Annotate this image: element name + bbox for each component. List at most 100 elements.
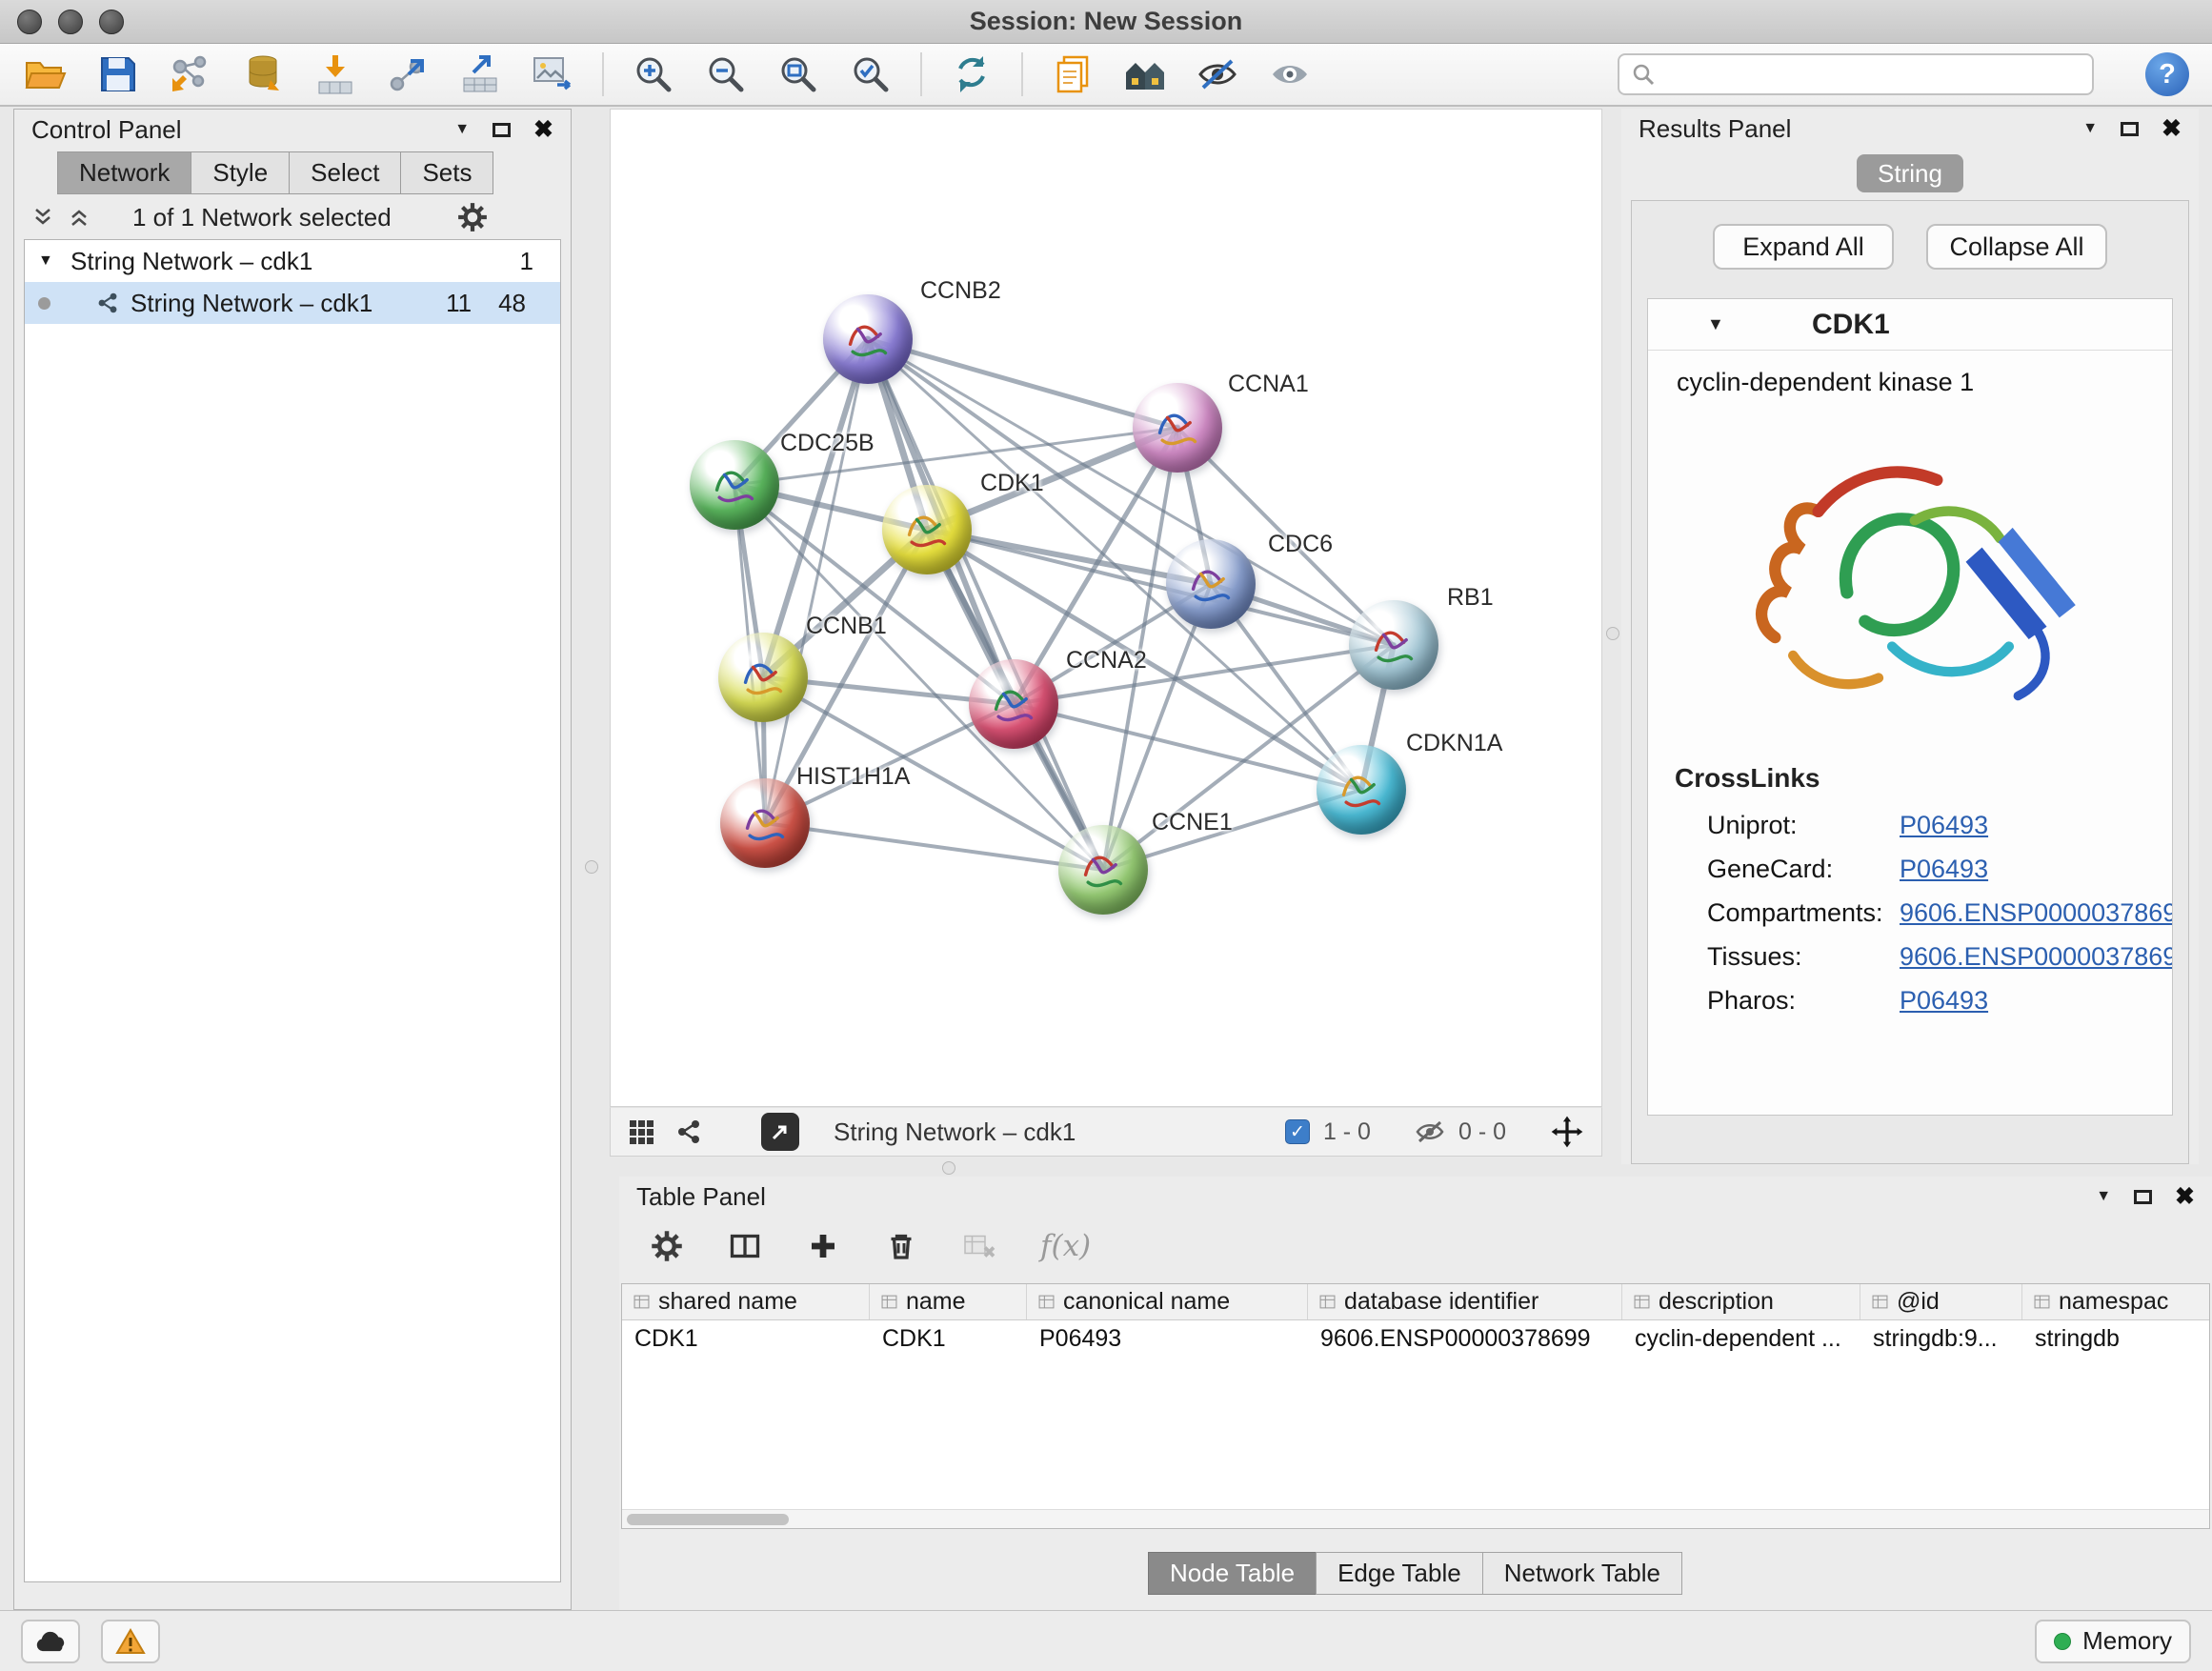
network-node-ccna2[interactable] xyxy=(969,659,1058,749)
crosslink-value[interactable]: P06493 xyxy=(1900,811,1988,840)
zoom-fit-button[interactable] xyxy=(775,51,821,97)
column-header--id[interactable]: @id xyxy=(1860,1284,2022,1319)
tree-expand-icon[interactable]: ▼ xyxy=(38,252,59,270)
show-details-button[interactable] xyxy=(1267,51,1313,97)
refresh-view-button[interactable] xyxy=(949,51,995,97)
panel-menu-icon[interactable]: ▼ xyxy=(2096,1188,2111,1205)
network-edge[interactable] xyxy=(765,823,1103,870)
table-horizontal-scrollbar[interactable] xyxy=(622,1509,2209,1528)
zoom-out-button[interactable] xyxy=(703,51,749,97)
structure-thumbnail xyxy=(735,650,791,705)
detach-view-button[interactable] xyxy=(761,1113,799,1151)
clone-network-button[interactable] xyxy=(1050,51,1096,97)
network-node-rb1[interactable] xyxy=(1349,600,1438,690)
left-splitter-handle[interactable] xyxy=(585,860,598,874)
network-node-ccnb2[interactable] xyxy=(823,294,913,384)
network-canvas[interactable]: CCNB2CCNA1CDC25BCDK1CDC6RB1CCNB1CCNA2CDK… xyxy=(610,109,1602,1107)
search-input[interactable] xyxy=(1665,61,2081,89)
string-tab-badge[interactable]: String xyxy=(1857,154,1963,192)
birdseye-view-button[interactable] xyxy=(1122,51,1168,97)
zoom-selected-icon xyxy=(850,53,892,95)
expand-all-icon[interactable] xyxy=(31,206,54,229)
open-session-button[interactable] xyxy=(23,51,69,97)
column-header-namespac[interactable]: namespac xyxy=(2022,1284,2210,1319)
function-builder-icon[interactable]: f(x) xyxy=(1040,1229,1091,1263)
network-node-cdc25b[interactable] xyxy=(690,440,779,530)
collapse-all-button[interactable]: Collapse All xyxy=(1926,224,2107,270)
control-tab-network[interactable]: Network xyxy=(57,151,191,194)
memory-button[interactable]: Memory xyxy=(2035,1620,2191,1663)
search-box[interactable] xyxy=(1618,53,2094,95)
warnings-button[interactable] xyxy=(101,1620,160,1663)
panel-menu-icon[interactable]: ▼ xyxy=(454,121,470,138)
share-view-icon[interactable] xyxy=(675,1118,702,1145)
gene-entry-header[interactable]: ▼ CDK1 xyxy=(1648,299,2172,351)
fit-selected-crosshair-icon[interactable] xyxy=(1550,1115,1584,1149)
column-header-shared-name[interactable]: shared name xyxy=(622,1284,870,1319)
export-table-button[interactable] xyxy=(457,51,503,97)
crosslink-value[interactable]: 9606.ENSP00000378699 xyxy=(1900,942,2173,972)
network-node-ccna1[interactable] xyxy=(1133,383,1222,473)
column-header-description[interactable]: description xyxy=(1622,1284,1860,1319)
crosslink-value[interactable]: P06493 xyxy=(1900,855,1988,884)
memory-status-dot xyxy=(2054,1633,2071,1650)
network-node-cdk1[interactable] xyxy=(882,485,972,574)
network-node-ccne1[interactable] xyxy=(1058,825,1148,915)
help-button[interactable]: ? xyxy=(2145,52,2189,96)
close-window-button[interactable] xyxy=(17,10,42,34)
minimize-window-button[interactable] xyxy=(58,10,83,34)
delete-column-icon[interactable] xyxy=(884,1229,918,1263)
export-network-button[interactable] xyxy=(385,51,431,97)
collapse-all-icon[interactable] xyxy=(68,206,90,229)
cloud-status-button[interactable] xyxy=(21,1620,80,1663)
panel-float-icon[interactable] xyxy=(493,123,511,137)
network-node-ccnb1[interactable] xyxy=(718,633,808,722)
entry-collapse-icon[interactable]: ▼ xyxy=(1707,314,1724,334)
zoom-selected-button[interactable] xyxy=(848,51,894,97)
control-tab-style[interactable]: Style xyxy=(191,151,290,194)
network-edge[interactable] xyxy=(765,339,868,823)
save-session-button[interactable] xyxy=(95,51,141,97)
panel-float-icon[interactable] xyxy=(2134,1190,2152,1204)
panel-close-icon[interactable]: ✖ xyxy=(2162,117,2182,141)
grid-view-icon[interactable] xyxy=(628,1118,654,1145)
table-tab-node-table[interactable]: Node Table xyxy=(1148,1552,1317,1595)
show-columns-icon[interactable] xyxy=(728,1229,762,1263)
table-settings-gear-icon[interactable] xyxy=(650,1229,684,1263)
selected-checkbox[interactable]: ✓ xyxy=(1285,1119,1310,1144)
column-header-name[interactable]: name xyxy=(870,1284,1027,1319)
control-tab-select[interactable]: Select xyxy=(289,151,401,194)
panel-close-icon[interactable]: ✖ xyxy=(533,118,553,142)
crosslink-value[interactable]: P06493 xyxy=(1900,986,1988,1016)
import-table-button[interactable] xyxy=(312,51,358,97)
table-panel-header: Table Panel ▼ ✖ xyxy=(619,1177,2212,1217)
table-row[interactable]: CDK1CDK1P064939606.ENSP00000378699cyclin… xyxy=(622,1320,2209,1357)
network-node-cdc6[interactable] xyxy=(1166,539,1256,629)
right-splitter-handle[interactable] xyxy=(1606,627,1619,640)
column-header-database-identifier[interactable]: database identifier xyxy=(1308,1284,1622,1319)
zoom-in-button[interactable] xyxy=(631,51,676,97)
table-tab-network-table[interactable]: Network Table xyxy=(1482,1552,1682,1595)
column-header-canonical-name[interactable]: canonical name xyxy=(1027,1284,1308,1319)
network-collection-row[interactable]: ▼ String Network – cdk1 1 xyxy=(25,240,560,282)
export-image-button[interactable] xyxy=(530,51,575,97)
bottom-splitter-handle[interactable] xyxy=(942,1161,955,1175)
panel-float-icon[interactable] xyxy=(2121,122,2139,136)
scrollbar-thumb[interactable] xyxy=(627,1514,789,1525)
expand-all-button[interactable]: Expand All xyxy=(1713,224,1894,270)
network-row[interactable]: String Network – cdk1 11 48 xyxy=(25,282,560,324)
import-network-button[interactable] xyxy=(168,51,213,97)
hide-details-button[interactable] xyxy=(1195,51,1240,97)
control-tab-sets[interactable]: Sets xyxy=(400,151,493,194)
gear-icon[interactable] xyxy=(456,201,489,233)
panel-close-icon[interactable]: ✖ xyxy=(2175,1185,2195,1209)
crosslink-value[interactable]: 9606.ENSP00000378699 xyxy=(1900,898,2173,928)
zoom-window-button[interactable] xyxy=(99,10,124,34)
node-label-ccna1: CCNA1 xyxy=(1228,371,1309,398)
network-node-cdkn1a[interactable] xyxy=(1317,745,1406,835)
network-node-hist1h1a[interactable] xyxy=(720,778,810,868)
import-database-button[interactable] xyxy=(240,51,286,97)
add-column-icon[interactable] xyxy=(806,1229,840,1263)
table-tab-edge-table[interactable]: Edge Table xyxy=(1316,1552,1483,1595)
panel-menu-icon[interactable]: ▼ xyxy=(2082,120,2098,137)
